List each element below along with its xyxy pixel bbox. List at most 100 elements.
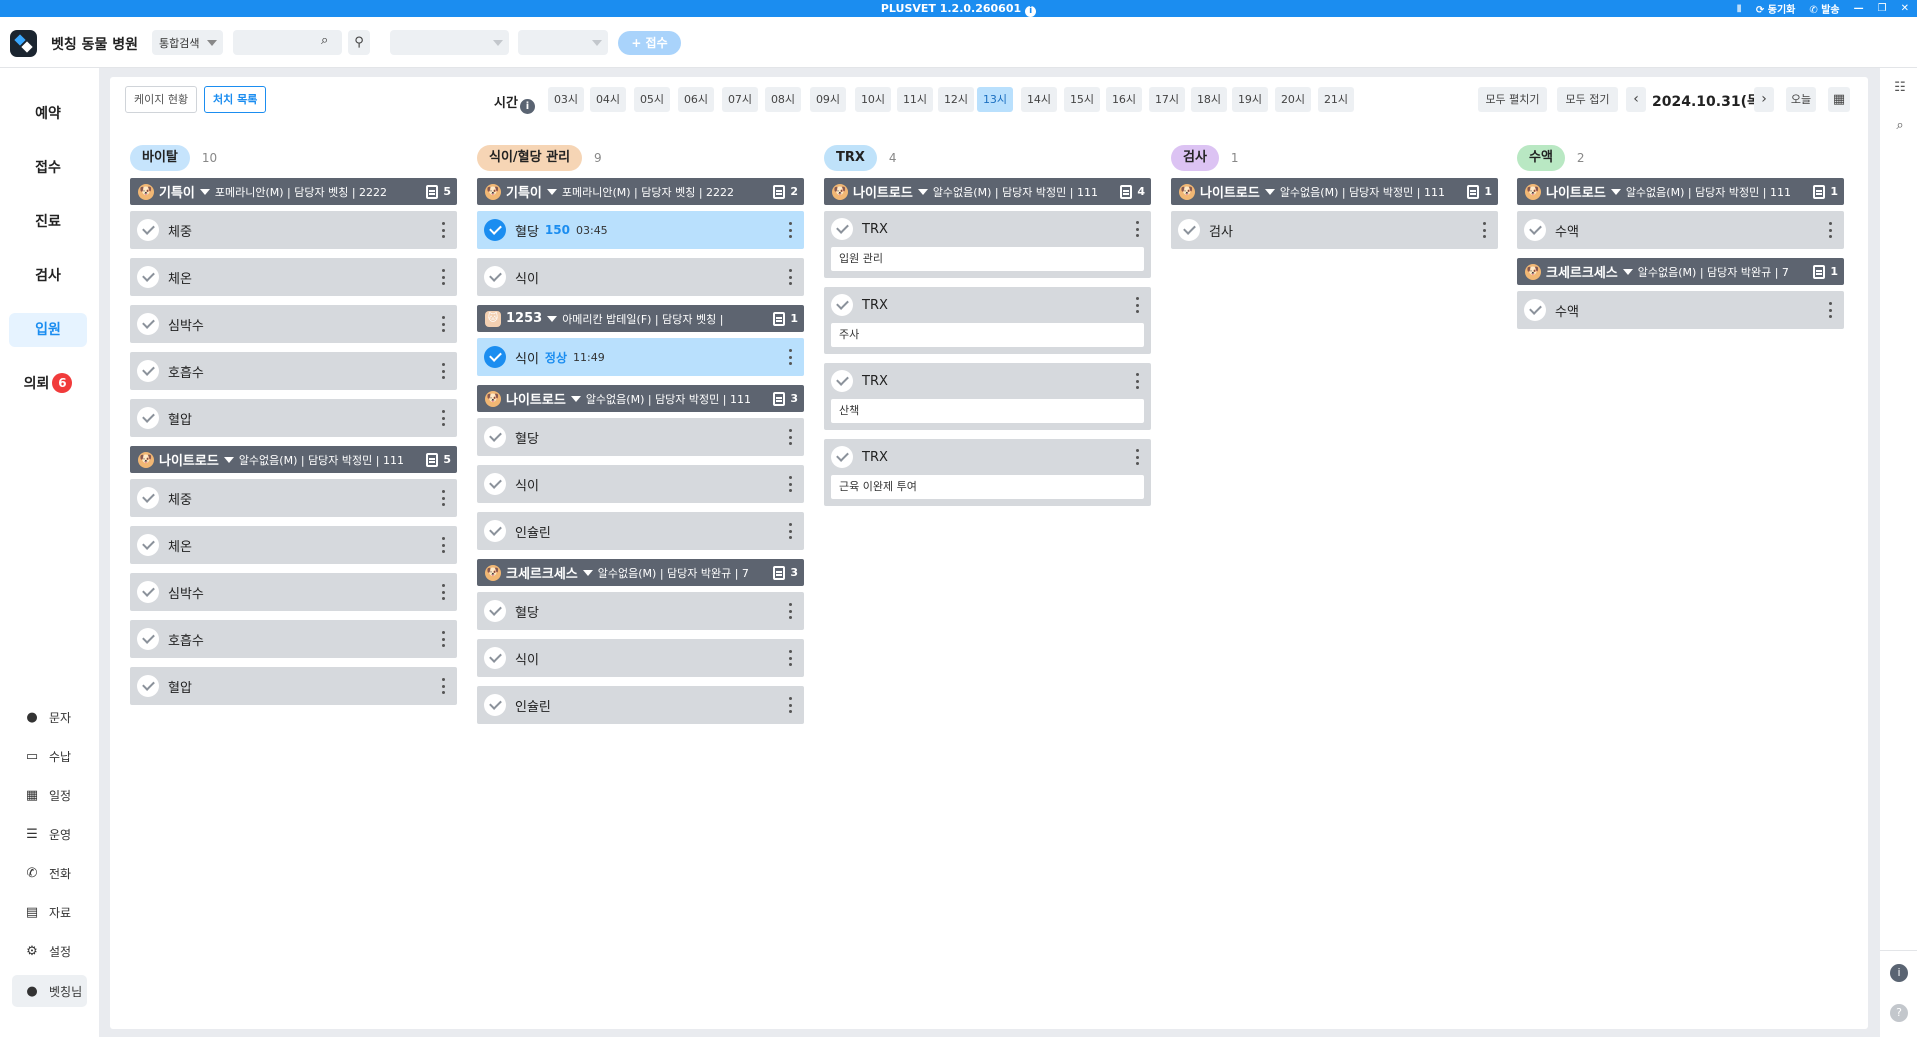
hour-chip-4[interactable]: 07시	[722, 87, 758, 112]
nav-request[interactable]: 의뢰 6	[9, 367, 87, 401]
task-row[interactable]: 혈당	[477, 418, 804, 456]
check-icon[interactable]	[484, 647, 506, 669]
more-options-icon[interactable]	[789, 650, 792, 666]
hour-chip-6[interactable]: 09시	[810, 87, 846, 112]
check-icon[interactable]	[137, 266, 159, 288]
more-options-icon[interactable]	[789, 429, 792, 445]
patient-header[interactable]: 🐶 기특이 포메라니안(M) | 담당자 벳칭 | 2222 2	[477, 178, 804, 205]
task-card[interactable]: TRX 주사	[824, 287, 1151, 354]
more-options-icon[interactable]	[442, 678, 445, 694]
nav-settings[interactable]: ⚙ 설정	[25, 940, 95, 962]
more-options-icon[interactable]	[1483, 222, 1486, 238]
caret-down-icon[interactable]	[570, 395, 581, 402]
patient-header[interactable]: 🐶 크세르크세스 알수없음(M) | 담당자 박완규 | 7 3	[477, 559, 804, 586]
task-note[interactable]: 산책	[831, 399, 1144, 423]
check-icon[interactable]	[484, 266, 506, 288]
minimize-icon[interactable]: —	[1854, 3, 1864, 14]
more-options-icon[interactable]	[789, 603, 792, 619]
patient-search-button[interactable]: ⚲	[348, 30, 370, 55]
hour-chip-2[interactable]: 05시	[634, 87, 670, 112]
record-search-icon[interactable]: ⌕	[1890, 118, 1910, 138]
hour-chip-0[interactable]: 03시	[548, 87, 584, 112]
hour-chip-1[interactable]: 04시	[590, 87, 626, 112]
task-row[interactable]: 혈압	[130, 667, 457, 705]
search-scope-dropdown[interactable]: 통합검색	[152, 30, 223, 55]
more-options-icon[interactable]	[442, 584, 445, 600]
more-options-icon[interactable]	[789, 222, 792, 238]
sync-button[interactable]: ⟳ 동기화	[1756, 1, 1795, 16]
memo-icon[interactable]	[1120, 184, 1132, 199]
next-date-button[interactable]: ›	[1754, 87, 1774, 112]
hour-chip-13[interactable]: 16시	[1106, 87, 1142, 112]
memo-icon[interactable]	[773, 311, 785, 326]
current-date[interactable]: 2024.10.31(목)	[1652, 91, 1766, 111]
user-profile-button[interactable]: ● 벳칭님	[12, 975, 87, 1007]
task-card[interactable]: TRX 입원 관리	[824, 211, 1151, 278]
memo-icon[interactable]	[1813, 184, 1825, 199]
expand-all-button[interactable]: 모두 펼치기	[1478, 87, 1547, 112]
patient-header[interactable]: 🐶 나이트로드 알수없음(M) | 담당자 박정민 | 111 4	[824, 178, 1151, 205]
check-icon[interactable]	[137, 487, 159, 509]
nav-schedule[interactable]: ▦ 일정	[25, 784, 95, 806]
nav-examination[interactable]: 검사	[9, 259, 87, 293]
task-row[interactable]: 심박수	[130, 573, 457, 611]
patient-name[interactable]: 나이트로드	[159, 450, 219, 469]
task-row[interactable]: 인슐린	[477, 686, 804, 724]
hour-chip-5[interactable]: 08시	[765, 87, 801, 112]
tab-treatment-list[interactable]: 처치 목록	[204, 86, 267, 113]
hour-chip-10[interactable]: 13시	[977, 87, 1013, 112]
memo-icon[interactable]	[773, 391, 785, 406]
prev-date-button[interactable]: ‹	[1626, 87, 1646, 112]
hour-chip-17[interactable]: 20시	[1275, 87, 1311, 112]
register-button[interactable]: + 접수	[618, 31, 681, 55]
patient-header[interactable]: 🐶 나이트로드 알수없음(M) | 담당자 박정민 | 111 1	[1517, 178, 1844, 205]
memo-icon[interactable]	[426, 184, 438, 199]
hour-chip-7[interactable]: 10시	[855, 87, 891, 112]
more-options-icon[interactable]	[789, 697, 792, 713]
patient-name[interactable]: 나이트로드	[506, 389, 566, 408]
hour-chip-14[interactable]: 17시	[1149, 87, 1185, 112]
task-card[interactable]: TRX 근육 이완제 투여	[824, 439, 1151, 506]
task-row[interactable]: 식이	[477, 639, 804, 677]
task-row[interactable]: 체온	[130, 258, 457, 296]
task-row[interactable]: 혈당	[477, 592, 804, 630]
check-icon[interactable]	[831, 294, 853, 316]
nav-hospitalization[interactable]: 입원	[9, 313, 87, 347]
patient-name[interactable]: 나이트로드	[1200, 182, 1260, 201]
hour-chip-12[interactable]: 15시	[1064, 87, 1100, 112]
check-icon[interactable]	[137, 675, 159, 697]
more-options-icon[interactable]	[442, 363, 445, 379]
info-icon[interactable]: i	[1025, 6, 1037, 17]
caret-down-icon[interactable]	[1610, 188, 1621, 195]
patient-name[interactable]: 기특이	[159, 182, 195, 201]
tab-cage-status[interactable]: 케이지 현황	[125, 86, 198, 113]
caret-down-icon[interactable]	[199, 188, 210, 195]
patient-header[interactable]: 🐶 나이트로드 알수없음(M) | 담당자 박정민 | 111 3	[477, 385, 804, 412]
task-row[interactable]: 검사	[1171, 211, 1498, 249]
caret-down-icon[interactable]	[917, 188, 928, 195]
task-row[interactable]: 식이 정상 11:49	[477, 338, 804, 376]
task-row[interactable]: 호흡수	[130, 352, 457, 390]
patient-name[interactable]: 나이트로드	[853, 182, 913, 201]
more-options-icon[interactable]	[442, 410, 445, 426]
check-icon[interactable]	[137, 313, 159, 335]
task-row[interactable]: 인슐린	[477, 512, 804, 550]
task-row[interactable]: 체중	[130, 211, 457, 249]
check-icon[interactable]	[137, 581, 159, 603]
more-options-icon[interactable]	[442, 490, 445, 506]
more-options-icon[interactable]	[1136, 449, 1139, 465]
patient-header[interactable]: 🐶 나이트로드 알수없음(M) | 담당자 박정민 | 111 5	[130, 446, 457, 473]
more-options-icon[interactable]	[789, 349, 792, 365]
more-options-icon[interactable]	[442, 222, 445, 238]
hour-chip-3[interactable]: 06시	[678, 87, 714, 112]
nav-documents[interactable]: ▤ 자료	[25, 901, 95, 923]
info-icon[interactable]: i	[519, 99, 535, 114]
caret-down-icon[interactable]	[223, 456, 234, 463]
hour-chip-11[interactable]: 14시	[1021, 87, 1057, 112]
task-card[interactable]: TRX 산책	[824, 363, 1151, 430]
check-icon[interactable]	[484, 426, 506, 448]
more-options-icon[interactable]	[442, 537, 445, 553]
check-icon[interactable]	[137, 219, 159, 241]
check-icon[interactable]	[1524, 299, 1546, 321]
more-options-icon[interactable]	[442, 269, 445, 285]
